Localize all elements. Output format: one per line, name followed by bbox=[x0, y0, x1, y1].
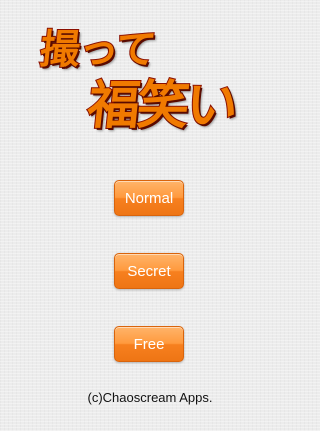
logo-title-line-1: 撮って bbox=[37, 26, 159, 74]
app-logo: 撮って 福笑い bbox=[0, 0, 300, 140]
copyright-text: (c)Chaoscream Apps. bbox=[87, 390, 213, 405]
logo-title-line-2: 福笑い bbox=[84, 75, 239, 137]
free-mode-button[interactable]: Free bbox=[114, 326, 184, 362]
normal-mode-button[interactable]: Normal bbox=[114, 180, 184, 216]
secret-mode-button[interactable]: Secret bbox=[114, 253, 184, 289]
